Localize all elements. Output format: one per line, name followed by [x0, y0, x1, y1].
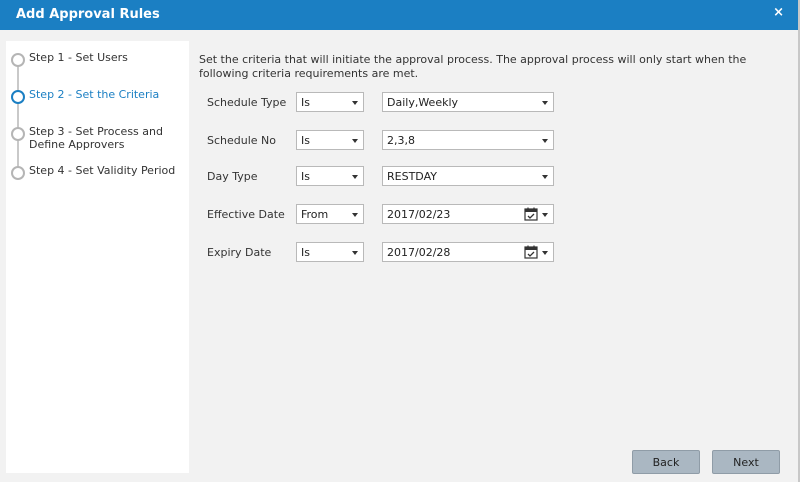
chevron-down-icon [542, 213, 548, 217]
value-select[interactable]: RESTDAY [382, 166, 554, 186]
date-input[interactable]: 2017/02/23 [382, 204, 554, 224]
criteria-label: Expiry Date [207, 246, 272, 259]
chevron-down-icon [352, 175, 358, 179]
chevron-down-icon [352, 139, 358, 143]
calendar-icon[interactable] [524, 245, 538, 259]
step-label: Step 2 - Set the Criteria [29, 88, 160, 101]
chevron-down-icon [352, 101, 358, 105]
operator-select[interactable]: Is [296, 242, 364, 262]
dialog-title: Add Approval Rules [16, 7, 160, 22]
steps-connector-line [17, 57, 19, 173]
value-select[interactable]: Daily,Weekly [382, 92, 554, 112]
criteria-label: Effective Date [207, 208, 285, 221]
criteria-value: 2,3,8 [387, 134, 415, 147]
chevron-down-icon [542, 175, 548, 179]
close-icon[interactable]: × [773, 5, 784, 20]
step-label: Step 1 - Set Users [29, 51, 128, 64]
operator-value: Is [301, 134, 310, 147]
step-indicator-icon [11, 53, 25, 67]
criteria-panel: Set the criteria that will initiate the … [194, 41, 790, 473]
calendar-icon[interactable] [524, 207, 538, 221]
value-select[interactable]: 2,3,8 [382, 130, 554, 150]
chevron-down-icon [352, 213, 358, 217]
operator-value: From [301, 208, 329, 221]
criteria-instructions: Set the criteria that will initiate the … [199, 53, 747, 80]
chevron-down-icon [352, 251, 358, 255]
criteria-row-expiry-date: Expiry Date Is 2017/02/28 [194, 242, 790, 264]
back-button[interactable]: Back [632, 450, 700, 474]
chevron-down-icon [542, 251, 548, 255]
steps-panel: Step 1 - Set Users Step 2 - Set the Crit… [6, 41, 189, 473]
step-indicator-icon [11, 166, 25, 180]
criteria-value: RESTDAY [387, 170, 437, 183]
criteria-row-schedule-type: Schedule Type Is Daily,Weekly [194, 92, 790, 114]
operator-select[interactable]: Is [296, 166, 364, 186]
criteria-row-day-type: Day Type Is RESTDAY [194, 166, 790, 188]
operator-value: Is [301, 246, 310, 259]
criteria-label: Day Type [207, 170, 258, 183]
dialog-titlebar: Add Approval Rules × [0, 0, 798, 30]
criteria-value: 2017/02/28 [387, 246, 451, 259]
chevron-down-icon [542, 139, 548, 143]
approval-rules-dialog: Add Approval Rules × Step 1 - Set Users … [0, 0, 800, 482]
step-label: Step 4 - Set Validity Period [29, 164, 176, 177]
criteria-row-effective-date: Effective Date From 2017/02/23 [194, 204, 790, 226]
operator-value: Is [301, 170, 310, 183]
step-indicator-icon [11, 90, 25, 104]
step-indicator-icon [11, 127, 25, 141]
step-label: Step 3 - Set Process and Define Approver… [29, 125, 163, 151]
next-button[interactable]: Next [712, 450, 780, 474]
operator-select[interactable]: Is [296, 130, 364, 150]
criteria-value: Daily,Weekly [387, 96, 459, 109]
criteria-label: Schedule No [207, 134, 277, 147]
chevron-down-icon [542, 101, 548, 105]
date-input[interactable]: 2017/02/28 [382, 242, 554, 262]
criteria-value: 2017/02/23 [387, 208, 451, 221]
operator-value: Is [301, 96, 310, 109]
criteria-label: Schedule Type [207, 96, 287, 109]
operator-select[interactable]: From [296, 204, 364, 224]
operator-select[interactable]: Is [296, 92, 364, 112]
criteria-row-schedule-no: Schedule No Is 2,3,8 [194, 130, 790, 152]
